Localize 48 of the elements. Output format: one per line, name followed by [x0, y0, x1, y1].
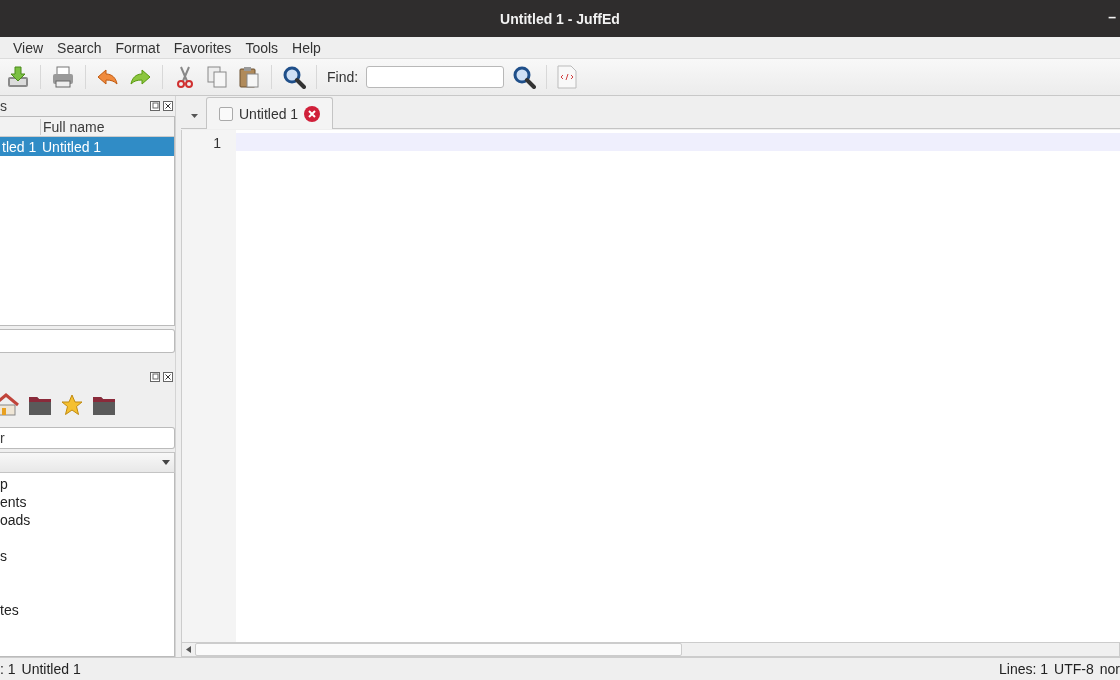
menu-item[interactable]: View — [13, 39, 44, 56]
menu-item[interactable]: Search — [57, 39, 102, 56]
tab-checkbox[interactable] — [219, 106, 233, 121]
folder-item[interactable]: s — [0, 547, 174, 565]
minimize-button[interactable]: – — [1108, 9, 1116, 25]
close-icon[interactable] — [163, 101, 173, 111]
window-title: Untitled 1 - JuffEd — [500, 10, 620, 27]
status-text: : 1 — [0, 661, 16, 677]
menu-item[interactable]: Format — [115, 39, 160, 56]
filter-field[interactable] — [0, 329, 175, 353]
status-text: Lines: 1 — [999, 661, 1049, 677]
float-icon[interactable] — [150, 372, 160, 382]
status-text: nor — [1099, 661, 1120, 677]
close-icon[interactable] — [163, 372, 173, 382]
search-icon[interactable] — [512, 65, 537, 89]
folder-item[interactable]: p — [0, 475, 174, 493]
home-icon[interactable] — [0, 393, 20, 417]
star-icon[interactable] — [60, 393, 84, 417]
find-field[interactable] — [366, 66, 505, 88]
folder-item[interactable]: oads — [0, 511, 174, 529]
folder-icon[interactable] — [28, 394, 52, 416]
folder-icon[interactable] — [92, 394, 116, 416]
status-text: UTF-8 — [1054, 661, 1094, 677]
menu-item[interactable]: Favorites — [173, 39, 232, 56]
folder-item[interactable]: tes — [0, 601, 174, 619]
paste-icon[interactable] — [237, 65, 261, 89]
folder-item[interactable]: ents — [0, 493, 174, 511]
table-cell-text: tled 1 — [1, 138, 38, 155]
table-row[interactable]: tled 1 Untitled 1 — [0, 137, 174, 156]
document-tab[interactable]: Untitled 1 — [206, 97, 334, 129]
menu-item[interactable]: Tools — [245, 39, 279, 56]
menu-item[interactable]: Help — [292, 39, 321, 56]
panel-title: s — [0, 98, 7, 114]
left-arrow-icon[interactable] — [186, 646, 192, 653]
line-number: 1 — [212, 134, 222, 152]
status-text: Untitled 1 — [21, 661, 81, 677]
float-icon[interactable] — [150, 101, 160, 111]
table-cell-text: Untitled 1 — [41, 138, 103, 155]
markup-document-icon[interactable] — [557, 65, 578, 89]
printer-icon[interactable] — [51, 65, 75, 89]
caret-icon — [162, 460, 170, 465]
horizontal-scrollbar[interactable] — [181, 642, 1120, 657]
close-icon[interactable] — [304, 105, 321, 122]
find-label: Find: — [327, 69, 359, 85]
search-icon[interactable] — [282, 65, 306, 89]
path-field[interactable]: r — [0, 427, 175, 449]
save-icon[interactable] — [6, 65, 30, 89]
caret-icon[interactable] — [191, 114, 198, 118]
